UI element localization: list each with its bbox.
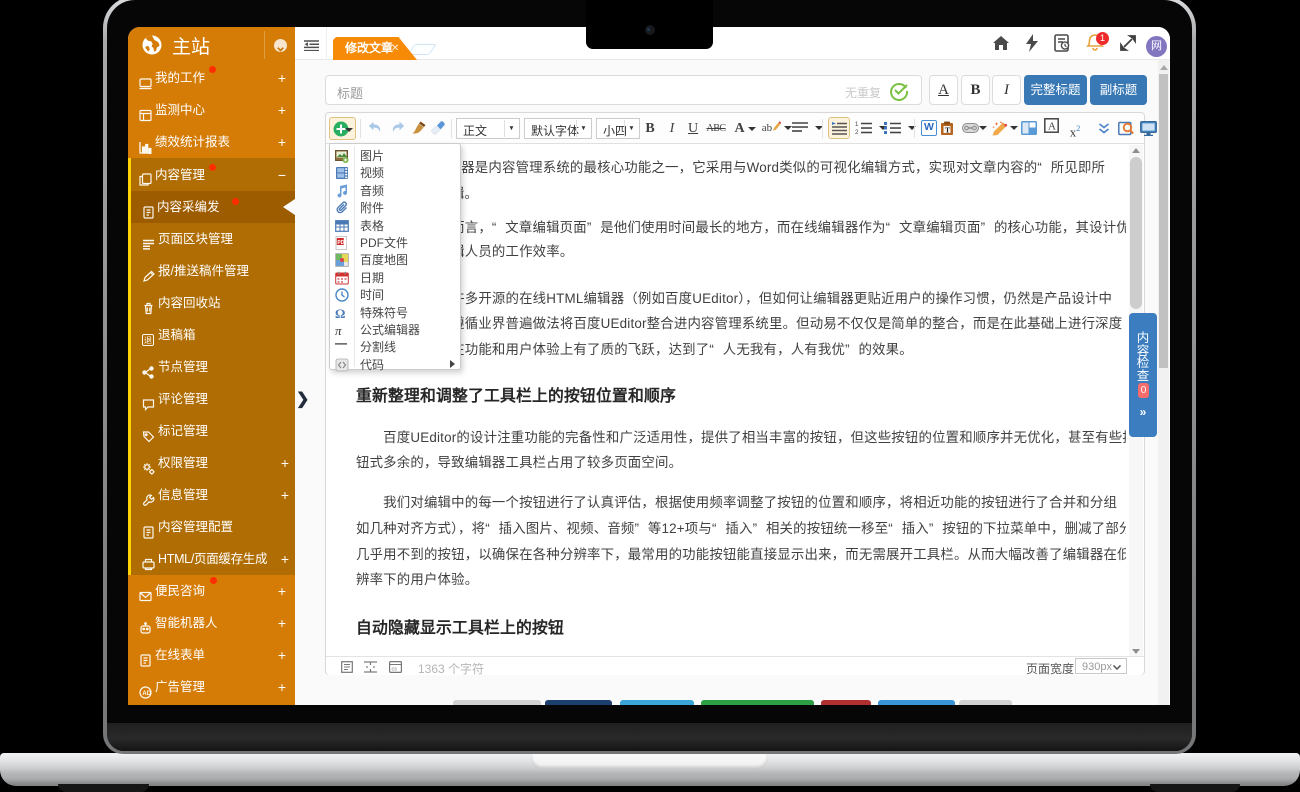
svg-text:cs: cs: [392, 667, 398, 673]
svg-text:A: A: [1048, 121, 1056, 133]
svg-text:AD: AD: [142, 691, 151, 697]
svg-text:2: 2: [855, 130, 859, 135]
svg-text:1: 1: [855, 122, 859, 128]
svg-text:T: T: [945, 126, 950, 135]
svg-text:PDF: PDF: [337, 240, 347, 246]
